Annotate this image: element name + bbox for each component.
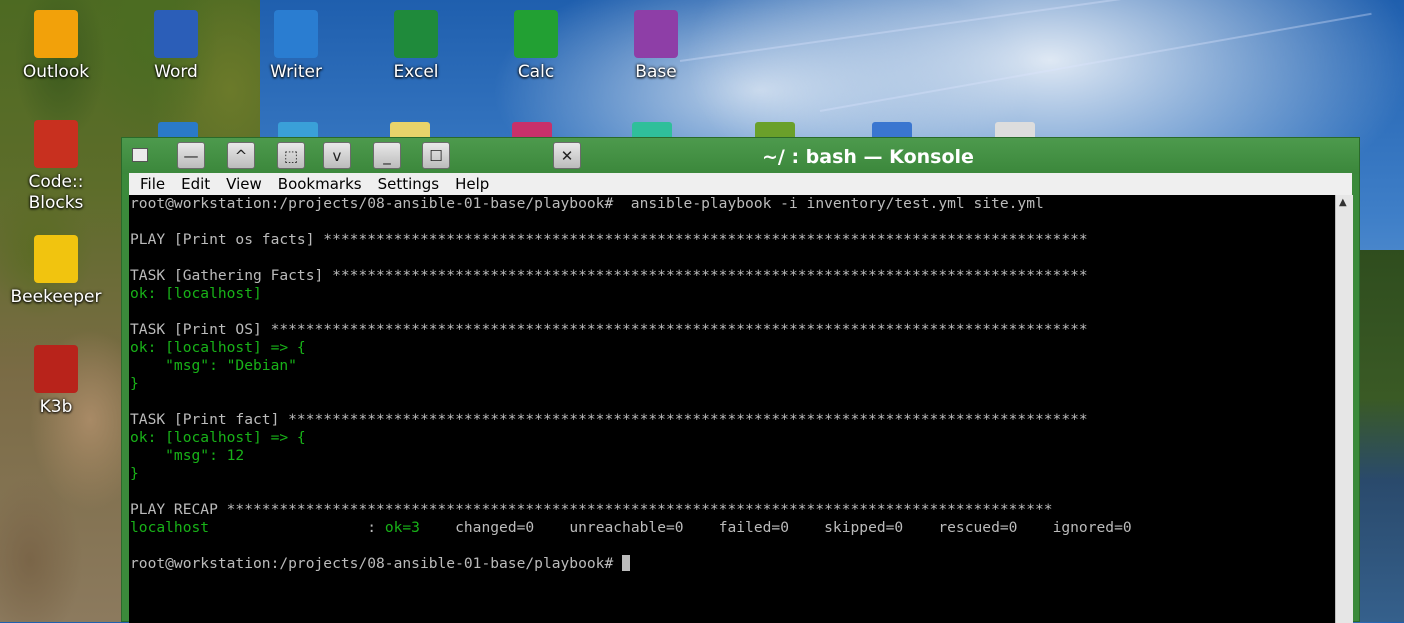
scroll-up-arrow-icon[interactable]: ▲ [1339,197,1347,208]
terminal-line: localhost : ok=3 changed=0 unreachable=0… [129,519,1335,537]
hidden-desktop-icon[interactable] [158,122,198,138]
hidden-desktop-icon[interactable] [390,122,430,138]
maximize-button[interactable]: ☐ [422,142,450,169]
desktop-icon-label: Base [635,62,677,82]
terminal-output[interactable]: root@workstation:/projects/08-ansible-01… [129,195,1335,623]
calc-icon [514,10,558,58]
codeblocks-icon [34,120,78,168]
terminal-line: root@workstation:/projects/08-ansible-01… [129,555,1335,573]
recap-segment: ok=3 [384,519,420,536]
desktop-icon-label: Excel [393,62,439,82]
terminal-line: ok: [localhost] [129,285,1335,303]
desktop-icon-label: Calc [517,62,555,82]
desktop-icon-label: K3b [39,397,73,417]
desktop-icon-label: Code:: Blocks [28,172,84,213]
recap-segment: localhost [130,519,210,536]
hidden-desktop-icon[interactable] [632,122,672,138]
terminal-text: root@workstation:/projects/08-ansible-01… [130,195,1044,212]
menu-help[interactable]: Help [447,175,497,193]
minimize-titlebar-button[interactable]: — [177,142,205,169]
keep-above-button[interactable]: ^ [227,142,255,169]
terminal-text: ok: [localhost] [130,285,262,302]
hidden-desktop-icon[interactable] [872,122,912,138]
terminal-text: } [130,375,139,392]
recap-segment: changed=0 unreachable=0 failed=0 skipped… [419,519,1132,536]
hidden-desktop-icon[interactable] [995,122,1035,138]
desktop-icon-label: Word [154,62,198,82]
close-button[interactable]: ✕ [553,142,581,169]
wallpaper-streak [679,0,1176,62]
desktop-icon-label: Beekeeper [10,287,102,307]
terminal-line: TASK [Print OS] ************************… [129,321,1335,339]
shell-prompt: root@workstation:/projects/08-ansible-01… [130,555,623,572]
title-bar[interactable]: — ^ ⬚ v _ ☐ ✕ ~/ : bash — Konsole [122,138,1359,174]
terminal-line: root@workstation:/projects/08-ansible-01… [129,195,1335,213]
desktop-icon-codeblocks[interactable]: Code:: Blocks [6,120,106,214]
window-menu-icon[interactable] [132,148,148,162]
base-icon [634,10,678,58]
terminal-text: "msg": 12 [130,447,245,464]
terminal-line: "msg": "Debian" [129,357,1335,375]
keep-below-button[interactable]: v [323,142,351,169]
recap-segment: : [209,519,385,536]
desktop-icon-excel[interactable]: Excel [366,10,466,83]
desktop-icon-label: Outlook [22,62,90,82]
word-icon [154,10,198,58]
terminal-line: } [129,375,1335,393]
terminal-line: ok: [localhost] => { [129,339,1335,357]
excel-icon [394,10,438,58]
menu-file[interactable]: File [129,175,173,193]
menu-view[interactable]: View [218,175,270,193]
terminal-scrollbar[interactable]: ▲ [1335,195,1353,623]
menu-settings[interactable]: Settings [370,175,448,193]
desktop-icon-base[interactable]: Base [606,10,706,83]
terminal-text: "msg": "Debian" [130,357,297,374]
terminal-line: TASK [Print fact] **********************… [129,411,1335,429]
terminal-line: PLAY [Print os facts] ******************… [129,231,1335,249]
terminal-line: "msg": 12 [129,447,1335,465]
menu-bar: File Edit View Bookmarks Settings Help [129,173,1352,195]
hidden-desktop-icon[interactable] [278,122,318,138]
desktop-icon-calc[interactable]: Calc [486,10,586,83]
terminal-line: } [129,465,1335,483]
desktop-icon-outlook[interactable]: Outlook [6,10,106,83]
desktop-icon-word[interactable]: Word [126,10,226,83]
desktop-icon-writer[interactable]: Writer [246,10,346,83]
terminal-text: } [130,465,139,482]
hidden-desktop-icon[interactable] [755,122,795,138]
terminal-line: ok: [localhost] => { [129,429,1335,447]
k3b-icon [34,345,78,393]
window-title: ~/ : bash — Konsole [762,146,974,168]
konsole-window: — ^ ⬚ v _ ☐ ✕ ~/ : bash — Konsole File E… [121,137,1360,623]
text-cursor [622,555,631,571]
writer-icon [274,10,318,58]
desktop-icon-k3b[interactable]: K3b [6,345,106,418]
beekeeper-icon [34,235,78,283]
terminal-line: PLAY RECAP *****************************… [129,501,1335,519]
minimize-button[interactable]: _ [373,142,401,169]
terminal-text: PLAY RECAP *****************************… [130,501,1053,518]
terminal-text: TASK [Gathering Facts] *****************… [130,267,1088,284]
terminal-text: TASK [Print fact] **********************… [130,411,1088,428]
outlook-icon [34,10,78,58]
shade-button[interactable]: ⬚ [277,142,305,169]
terminal-line: TASK [Gathering Facts] *****************… [129,267,1335,285]
menu-edit[interactable]: Edit [173,175,218,193]
terminal-text: TASK [Print OS] ************************… [130,321,1088,338]
hidden-desktop-icon[interactable] [512,122,552,138]
terminal-text: ok: [localhost] => { [130,429,306,446]
menu-bookmarks[interactable]: Bookmarks [270,175,370,193]
desktop-icon-beekeeper[interactable]: Beekeeper [6,235,106,308]
desktop-icon-label: Writer [270,62,322,82]
terminal-text: PLAY [Print os facts] ******************… [130,231,1088,248]
terminal-text: ok: [localhost] => { [130,339,306,356]
